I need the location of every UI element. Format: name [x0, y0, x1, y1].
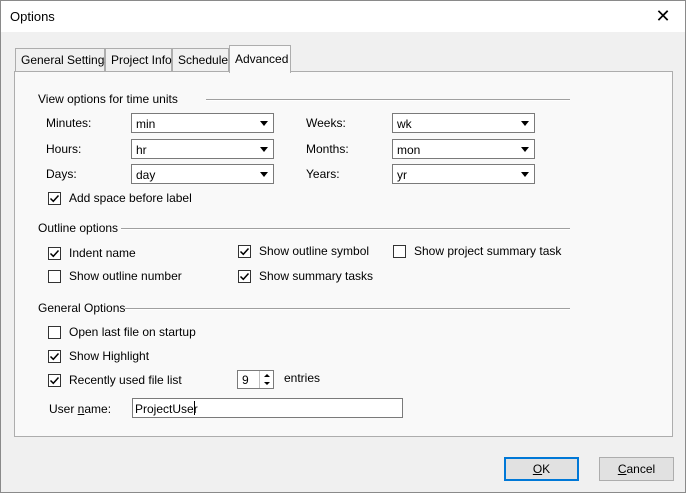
user-name-label-part: ame:: [84, 402, 112, 416]
user-name-value: ProjectUser: [135, 402, 198, 416]
show-highlight-row[interactable]: Show Highlight: [48, 349, 149, 363]
time-units-group-title: View options for time units: [38, 92, 178, 106]
chevron-down-icon[interactable]: [256, 166, 272, 182]
close-icon: ✕: [655, 6, 671, 26]
group-divider: [125, 308, 570, 310]
show-outline-symbol-row[interactable]: Show outline symbol: [238, 244, 369, 258]
chevron-up-icon[interactable]: [260, 371, 273, 379]
months-label: Months:: [306, 142, 349, 156]
hours-select[interactable]: hr: [131, 139, 274, 159]
tab-label: Advanced: [235, 52, 289, 66]
recent-files-checkbox[interactable]: [48, 373, 61, 387]
check-icon: [239, 247, 250, 255]
weeks-value: wk: [397, 117, 412, 131]
entries-label: entries: [284, 371, 321, 385]
title-bar: Options ✕: [1, 1, 685, 32]
days-label: Days:: [46, 167, 77, 181]
chevron-down-icon[interactable]: [517, 115, 533, 131]
hours-value: hr: [136, 143, 147, 157]
days-value: day: [136, 168, 156, 182]
weeks-label: Weeks:: [306, 116, 346, 130]
window-title: Options: [10, 9, 55, 24]
cancel-button[interactable]: Cancel: [599, 457, 674, 481]
user-name-input[interactable]: ProjectUser: [132, 398, 403, 418]
chevron-down-icon[interactable]: [517, 166, 533, 182]
show-outline-number-row[interactable]: Show outline number: [48, 269, 182, 283]
tab-label: General Settings: [21, 53, 111, 67]
show-summary-tasks-checkbox[interactable]: [238, 269, 251, 283]
user-name-label-part: User: [49, 402, 78, 416]
tab-schedule[interactable]: Schedule: [172, 48, 229, 72]
chevron-down-icon[interactable]: [517, 141, 533, 157]
indent-name-checkbox[interactable]: [48, 246, 61, 260]
years-label: Years:: [306, 167, 340, 181]
show-project-summary-label: Show project summary task: [414, 244, 562, 258]
chevron-down-icon[interactable]: [260, 379, 273, 387]
days-select[interactable]: day: [131, 164, 274, 184]
show-highlight-label: Show Highlight: [69, 349, 150, 363]
text-caret: [194, 401, 195, 415]
check-icon: [239, 272, 250, 280]
cancel-button-label: Cancel: [618, 462, 655, 476]
months-value: mon: [397, 143, 421, 157]
minutes-select[interactable]: min: [131, 113, 274, 133]
check-icon: [49, 249, 60, 257]
show-outline-number-checkbox[interactable]: [48, 269, 61, 283]
add-space-checkbox[interactable]: [48, 191, 61, 205]
show-summary-tasks-row[interactable]: Show summary tasks: [238, 269, 373, 283]
weeks-select[interactable]: wk: [392, 113, 535, 133]
recent-files-count-stepper[interactable]: 9: [237, 370, 274, 389]
tab-project-info[interactable]: Project Info: [105, 48, 172, 72]
chevron-down-icon[interactable]: [256, 141, 272, 157]
indent-name-label: Indent name: [69, 246, 136, 260]
indent-name-row[interactable]: Indent name: [48, 246, 136, 260]
show-outline-number-label: Show outline number: [69, 269, 182, 283]
recent-files-count-value: 9: [242, 373, 249, 387]
options-dialog: Options ✕ General Settings Project Info …: [0, 0, 686, 493]
cancel-label-rest: ancel: [626, 462, 656, 476]
ok-mnemonic: O: [532, 462, 543, 476]
minutes-label: Minutes:: [46, 116, 92, 130]
group-divider: [206, 99, 570, 101]
chevron-down-icon[interactable]: [256, 115, 272, 131]
check-icon: [49, 352, 60, 360]
minutes-value: min: [136, 117, 156, 131]
tab-advanced[interactable]: Advanced: [229, 45, 291, 73]
tab-label: Schedule: [178, 53, 229, 67]
hours-label: Hours:: [46, 142, 82, 156]
show-highlight-checkbox[interactable]: [48, 349, 61, 363]
close-button[interactable]: ✕: [645, 1, 681, 32]
general-group-title: General Options: [38, 301, 126, 315]
add-space-checkbox-row[interactable]: Add space before label: [48, 191, 192, 205]
show-outline-symbol-checkbox[interactable]: [238, 244, 251, 258]
show-summary-tasks-label: Show summary tasks: [259, 269, 374, 283]
group-divider: [121, 228, 570, 230]
months-select[interactable]: mon: [392, 139, 535, 159]
show-outline-symbol-label: Show outline symbol: [259, 244, 370, 258]
open-last-file-checkbox[interactable]: [48, 325, 61, 339]
outline-group-title: Outline options: [38, 221, 119, 235]
years-value: yr: [397, 168, 407, 182]
add-space-label: Add space before label: [69, 191, 192, 205]
recent-files-label: Recently used file list: [69, 373, 182, 387]
recent-files-row[interactable]: Recently used file list: [48, 373, 182, 387]
open-last-file-row[interactable]: Open last file on startup: [48, 325, 196, 339]
ok-label-rest: K: [542, 462, 551, 476]
show-project-summary-row[interactable]: Show project summary task: [393, 244, 561, 258]
show-project-summary-checkbox[interactable]: [393, 244, 406, 258]
check-icon: [49, 194, 60, 202]
user-name-label: User name:: [49, 402, 111, 416]
open-last-file-label: Open last file on startup: [69, 325, 196, 339]
stepper-buttons: [259, 371, 273, 388]
tab-label: Project Info: [111, 53, 172, 67]
years-select[interactable]: yr: [392, 164, 535, 184]
check-icon: [49, 376, 60, 384]
tab-general-settings[interactable]: General Settings: [15, 48, 110, 72]
ok-button-label: OK: [533, 462, 550, 476]
ok-button[interactable]: OK: [504, 457, 579, 481]
